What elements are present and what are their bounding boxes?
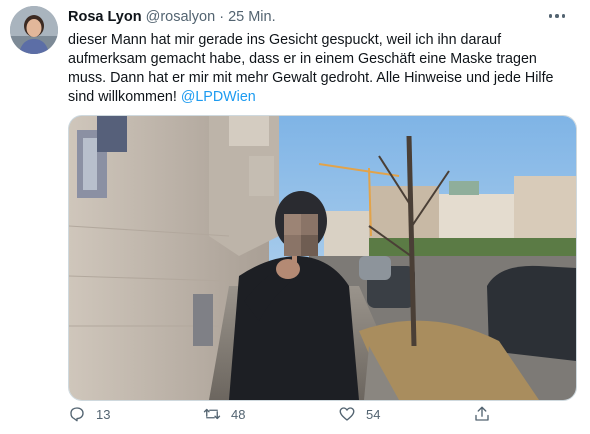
like-button[interactable]: 54 — [338, 405, 380, 423]
retweet-button[interactable]: 48 — [203, 405, 245, 423]
share-button[interactable] — [473, 405, 491, 423]
retweet-icon — [203, 405, 221, 423]
reply-icon — [68, 405, 86, 423]
like-count: 54 — [366, 406, 381, 422]
author-name[interactable]: Rosa Lyon — [68, 9, 142, 25]
avatar[interactable] — [10, 6, 58, 54]
author-handle[interactable]: @rosalyon — [146, 9, 216, 25]
like-icon — [338, 405, 356, 423]
tweet-time[interactable]: 25 Min. — [228, 9, 276, 25]
tweet-body: dieser Mann hat mir gerade ins Gesicht g… — [68, 32, 554, 105]
tweet-header: Rosa Lyon @rosalyon · 25 Min. — [68, 9, 276, 25]
tweet-photo[interactable] — [68, 115, 577, 401]
header-separator: · — [219, 9, 225, 25]
more-icon[interactable] — [544, 6, 570, 26]
tweet[interactable]: Rosa Lyon @rosalyon · 25 Min. dieser Man… — [0, 0, 590, 434]
share-icon — [473, 405, 491, 423]
mention-link[interactable]: @LPDWien — [181, 89, 256, 105]
action-bar: 13 48 54 — [68, 405, 508, 431]
reply-count: 13 — [96, 406, 111, 422]
retweet-count: 48 — [231, 406, 246, 422]
tweet-text: dieser Mann hat mir gerade ins Gesicht g… — [68, 31, 573, 107]
reply-button[interactable]: 13 — [68, 405, 110, 423]
